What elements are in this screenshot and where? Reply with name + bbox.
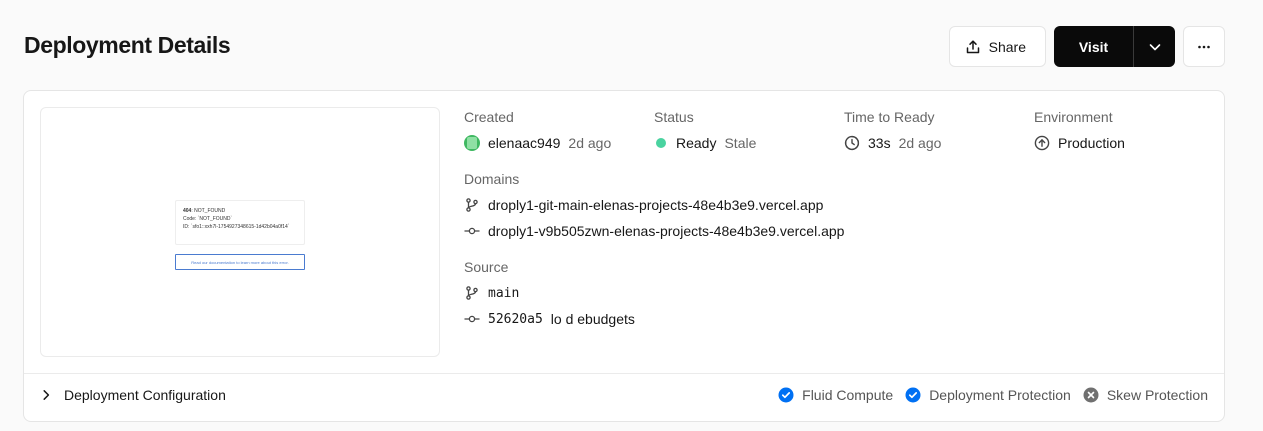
- created-label: Created: [464, 109, 514, 125]
- preview-docs-link: Read our documentation to learn more abo…: [175, 254, 305, 270]
- status-row: Ready Stale: [654, 135, 756, 151]
- environment-row: Production: [1034, 135, 1125, 151]
- visit-dropdown-button[interactable]: [1134, 26, 1175, 67]
- git-branch-icon: [464, 197, 480, 213]
- source-commit-row: 52620a5 lo d ebudgets: [464, 311, 635, 327]
- preview-error-name: : NOT_FOUND: [191, 208, 226, 214]
- preview-error-box: 404: NOT_FOUND Code: `NOT_FOUND` ID: `sf…: [175, 200, 305, 245]
- check-circle-icon: [905, 387, 921, 403]
- deployment-configuration-label: Deployment Configuration: [64, 387, 226, 403]
- card-divider: [24, 373, 1224, 374]
- time-to-ready-label: Time to Ready: [844, 109, 935, 125]
- domain-link-deployment[interactable]: droply1-v9b505zwn-elenas-projects-48e4b3…: [488, 223, 844, 239]
- visit-button-group: Visit: [1054, 26, 1175, 67]
- git-branch-icon: [464, 285, 480, 301]
- deployment-preview[interactable]: 404: NOT_FOUND Code: `NOT_FOUND` ID: `sf…: [40, 107, 440, 357]
- source-commit-message: lo d ebudgets: [550, 311, 635, 327]
- git-commit-icon: [464, 311, 480, 327]
- environment-label: Environment: [1034, 109, 1113, 125]
- created-time: 2d ago: [568, 135, 612, 151]
- page-title: Deployment Details: [24, 32, 231, 58]
- source-commit-hash[interactable]: 52620a5: [488, 312, 543, 327]
- environment-value: Production: [1058, 135, 1125, 151]
- status-dot-icon: [656, 138, 666, 148]
- created-row: elenaac949 2d ago: [464, 135, 611, 151]
- x-circle-icon: [1083, 387, 1099, 403]
- feature-fluid-compute: Fluid Compute: [778, 387, 893, 403]
- deployment-card: 404: NOT_FOUND Code: `NOT_FOUND` ID: `sf…: [23, 90, 1225, 422]
- source-label: Source: [464, 259, 509, 275]
- domains-label: Domains: [464, 171, 520, 187]
- source-branch-row: main: [464, 285, 519, 301]
- share-button[interactable]: Share: [948, 26, 1046, 67]
- status-value: Ready: [676, 135, 717, 151]
- chevron-right-icon: [40, 389, 52, 401]
- time-to-ready-row: 33s 2d ago: [844, 135, 941, 151]
- preview-error-title: 404: NOT_FOUND: [183, 207, 297, 215]
- more-options-button[interactable]: [1183, 26, 1225, 67]
- feature-skew-protection: Skew Protection: [1083, 387, 1208, 403]
- share-icon: [965, 39, 981, 55]
- time-to-ready-duration: 33s: [868, 135, 891, 151]
- share-label: Share: [988, 38, 1026, 55]
- status-stale-badge: Stale: [724, 135, 757, 151]
- preview-error-code-line: Code: `NOT_FOUND`: [183, 216, 233, 222]
- avatar: [464, 135, 480, 151]
- feature-deployment-protection-label: Deployment Protection: [929, 387, 1071, 403]
- feature-fluid-compute-label: Fluid Compute: [802, 387, 894, 403]
- domain-row-branch: droply1-git-main-elenas-projects-48e4b3e…: [464, 197, 823, 213]
- chevron-down-icon: [1147, 39, 1163, 55]
- domain-link-branch[interactable]: droply1-git-main-elenas-projects-48e4b3e…: [488, 197, 823, 213]
- git-commit-icon: [464, 223, 480, 239]
- more-horizontal-icon: [1196, 39, 1212, 55]
- domain-row-commit: droply1-v9b505zwn-elenas-projects-48e4b3…: [464, 223, 844, 239]
- feature-skew-protection-label: Skew Protection: [1106, 387, 1208, 403]
- preview-error-id: ID: `sfo1::xxh7l-1754927348615-1d42b04a0…: [183, 224, 290, 230]
- header-actions: Share Visit: [948, 26, 1225, 67]
- visit-button[interactable]: Visit: [1054, 26, 1133, 67]
- configuration-features: Fluid Compute Deployment Protection Skew…: [778, 387, 1208, 403]
- source-branch[interactable]: main: [488, 286, 519, 301]
- time-to-ready-time: 2d ago: [898, 135, 942, 151]
- timer-icon: [844, 135, 860, 151]
- created-user[interactable]: elenaac949: [488, 135, 560, 151]
- arrow-up-circle-icon: [1034, 135, 1050, 151]
- feature-deployment-protection: Deployment Protection: [905, 387, 1071, 403]
- status-label: Status: [654, 109, 694, 125]
- deployment-configuration-toggle[interactable]: Deployment Configuration: [40, 387, 226, 403]
- check-circle-icon: [778, 387, 794, 403]
